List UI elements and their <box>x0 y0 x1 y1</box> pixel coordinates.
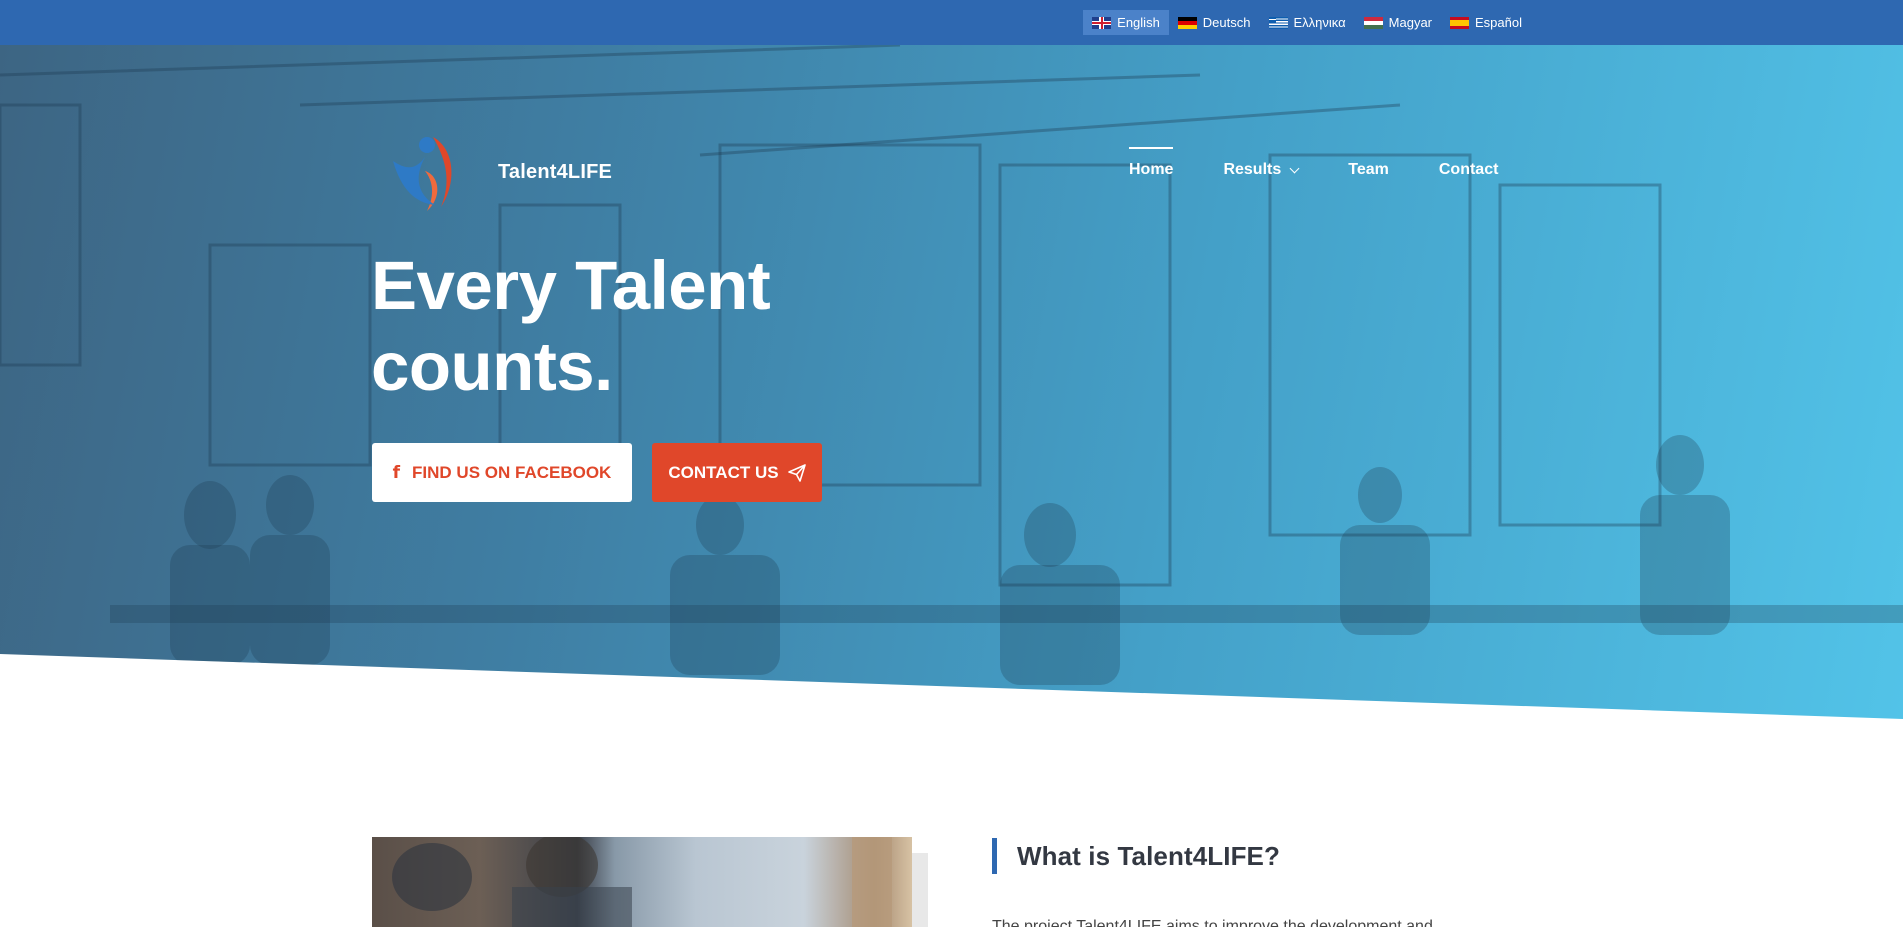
language-label: Español <box>1475 15 1522 30</box>
nav-label: Home <box>1129 161 1174 178</box>
language-english[interactable]: English <box>1083 10 1169 35</box>
language-deutsch[interactable]: Deutsch <box>1169 10 1260 35</box>
talent4life-logo-icon <box>393 137 452 211</box>
about-heading: What is Talent4LIFE? <box>1017 841 1280 871</box>
language-label: Ελληνικα <box>1293 15 1346 30</box>
uk-flag-icon <box>1092 16 1112 29</box>
hungary-flag-icon <box>1363 16 1383 29</box>
nav-label: Results <box>1223 161 1282 178</box>
about-paragraph: The project Talent4LIFE aims to improve … <box>992 918 1433 927</box>
main-navigation: Home Results Team Contact <box>1129 147 1498 179</box>
language-label: Magyar <box>1388 15 1433 30</box>
headline-line-1: Every Talent <box>371 247 771 324</box>
paper-plane-icon <box>787 463 806 482</box>
nav-item-team[interactable]: Team <box>1348 147 1389 179</box>
language-label: English <box>1117 15 1160 30</box>
spain-flag-icon <box>1450 16 1470 29</box>
language-label: Deutsch <box>1202 15 1251 30</box>
germany-flag-icon <box>1177 16 1197 29</box>
facebook-button[interactable]: f FIND US ON FACEBOOK <box>372 443 632 502</box>
nav-label: Contact <box>1438 161 1499 178</box>
site-title: Talent4LIFE <box>498 160 613 183</box>
greece-flag-icon <box>1268 16 1288 29</box>
contact-button-label: CONTACT US <box>668 462 779 482</box>
language-espanol[interactable]: Español <box>1441 10 1531 35</box>
heading-accent-bar <box>992 838 997 874</box>
hero-background-image <box>0 45 1903 685</box>
facebook-button-label: FIND US ON FACEBOOK <box>412 462 612 482</box>
nav-item-home[interactable]: Home <box>1129 147 1174 179</box>
facebook-icon: f <box>392 462 401 483</box>
language-greek[interactable]: Ελληνικα <box>1260 10 1355 35</box>
nav-label: Team <box>1348 161 1389 178</box>
nav-item-results[interactable]: Results <box>1223 147 1300 179</box>
hero-section: Talent4LIFE Home Results Team Contact Ev… <box>0 45 1903 719</box>
language-magyar[interactable]: Magyar <box>1355 10 1441 35</box>
team-photo <box>372 837 912 927</box>
site-branding[interactable]: Talent4LIFE <box>385 131 612 213</box>
language-bar: English Deutsch Ελληνικα Magyar Español <box>0 0 1903 45</box>
team-photo-art <box>392 837 892 927</box>
headline-line-2: counts. <box>371 328 613 405</box>
chevron-down-icon <box>1289 163 1300 173</box>
contact-button[interactable]: CONTACT US <box>652 443 822 502</box>
language-list: English Deutsch Ελληνικα Magyar Español <box>1083 10 1531 35</box>
hero-headline: Every Talent counts. <box>371 245 891 407</box>
nav-item-contact[interactable]: Contact <box>1439 147 1499 179</box>
